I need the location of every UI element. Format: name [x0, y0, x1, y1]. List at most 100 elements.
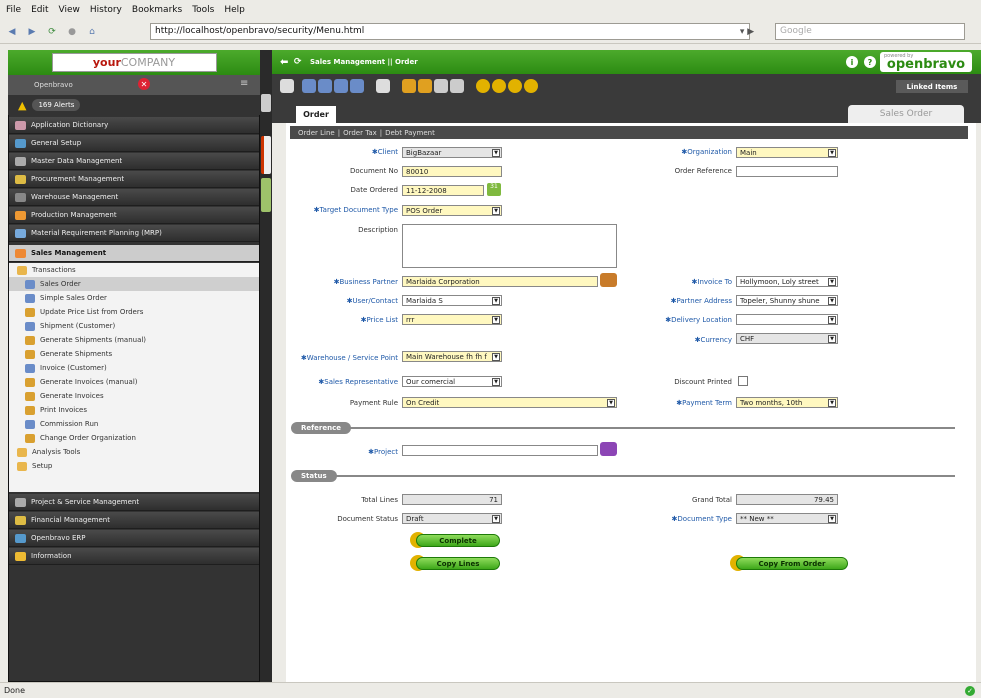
- info-icon[interactable]: i: [846, 56, 858, 68]
- project-search-icon[interactable]: [600, 442, 617, 456]
- document-status-select[interactable]: Draft ▼: [402, 513, 502, 524]
- menu-application-dictionary[interactable]: Application Dictionary: [9, 117, 259, 134]
- currency-select[interactable]: CHF ▼: [736, 333, 838, 344]
- go-icon[interactable]: ▾ ▶: [727, 23, 767, 40]
- home-icon[interactable]: ⌂: [84, 24, 100, 40]
- menu-edit[interactable]: Edit: [31, 5, 48, 15]
- tab-order-line[interactable]: Order Line: [298, 129, 335, 137]
- menu-mrp[interactable]: Material Requirement Planning (MRP): [9, 225, 259, 242]
- sub-generate-shipments[interactable]: Generate Shipments: [9, 347, 259, 361]
- menu-warehouse[interactable]: Warehouse Management: [9, 189, 259, 206]
- attach-icon[interactable]: [418, 79, 432, 93]
- edit-tab-icon[interactable]: [261, 136, 271, 174]
- new-icon[interactable]: [280, 79, 294, 93]
- date-ordered-field[interactable]: 11-12-2008: [402, 185, 484, 196]
- save-next-icon[interactable]: [334, 79, 348, 93]
- last-icon[interactable]: [524, 79, 538, 93]
- payment-term-select[interactable]: Two months, 10th ▼: [736, 397, 838, 408]
- sub-change-order-org[interactable]: Change Order Organization: [9, 431, 259, 445]
- menu-project-service[interactable]: Project & Service Management: [9, 494, 259, 511]
- menu-openbravo-erp[interactable]: Openbravo ERP: [9, 530, 259, 547]
- previous-icon[interactable]: [492, 79, 506, 93]
- sub-print-invoices[interactable]: Print Invoices: [9, 403, 259, 417]
- organization-select[interactable]: Main ▼: [736, 147, 838, 158]
- sub-generate-shipments-manual[interactable]: Generate Shipments (manual): [9, 333, 259, 347]
- menu-help[interactable]: Help: [224, 5, 245, 15]
- document-type-select[interactable]: ** New ** ▼: [736, 513, 838, 524]
- search-input[interactable]: Google: [775, 23, 965, 40]
- project-field[interactable]: [402, 445, 598, 456]
- copy-lines-button[interactable]: Copy Lines: [416, 557, 500, 570]
- linked-items-button[interactable]: Linked Items: [896, 80, 968, 93]
- first-icon[interactable]: [476, 79, 490, 93]
- menu-history[interactable]: History: [90, 5, 122, 15]
- menu-tools[interactable]: Tools: [192, 5, 214, 15]
- sub-shipment-customer[interactable]: Shipment (Customer): [9, 319, 259, 333]
- sub-update-price-list[interactable]: Update Price List from Orders: [9, 305, 259, 319]
- order-reference-field[interactable]: [736, 166, 838, 177]
- warehouse-select[interactable]: Main Warehouse fh fh f ▼: [402, 351, 502, 362]
- menu-information[interactable]: Information: [9, 548, 259, 565]
- search-icon[interactable]: [450, 79, 464, 93]
- sub-invoice-customer[interactable]: Invoice (Customer): [9, 361, 259, 375]
- sub-analysis-tools[interactable]: Analysis Tools: [9, 445, 259, 459]
- invoice-to-select[interactable]: Hollymoon, Loly street ▼: [736, 276, 838, 287]
- back-icon[interactable]: ◀: [4, 24, 20, 40]
- client-select[interactable]: BigBazaar ▼: [402, 147, 502, 158]
- stop-icon[interactable]: ●: [64, 24, 80, 40]
- tab-order[interactable]: Order: [296, 106, 336, 123]
- collapse-arrow-icon[interactable]: [261, 94, 271, 112]
- document-no-field[interactable]: 80010: [402, 166, 502, 177]
- reference-section-header[interactable]: Reference: [291, 422, 352, 434]
- sub-sales-order[interactable]: Sales Order: [9, 277, 259, 291]
- sub-simple-sales-order[interactable]: Simple Sales Order: [9, 291, 259, 305]
- alerts-count[interactable]: 169 Alerts: [32, 99, 81, 111]
- sub-commission-run[interactable]: Commission Run: [9, 417, 259, 431]
- menu-financial[interactable]: Financial Management: [9, 512, 259, 529]
- copy-from-order-button[interactable]: Copy From Order: [736, 557, 848, 570]
- next-icon[interactable]: [508, 79, 522, 93]
- sub-transactions[interactable]: Transactions: [9, 263, 259, 277]
- menu-master-data[interactable]: Master Data Management: [9, 153, 259, 170]
- print-icon[interactable]: [434, 79, 448, 93]
- undo-icon[interactable]: [402, 79, 416, 93]
- sales-rep-select[interactable]: Our comercial ▼: [402, 376, 502, 387]
- partner-address-select[interactable]: Topeler, Shunny shune ▼: [736, 295, 838, 306]
- menu-sales-management[interactable]: Sales Management: [9, 245, 259, 262]
- menu-procurement[interactable]: Procurement Management: [9, 171, 259, 188]
- menu-file[interactable]: File: [6, 5, 21, 15]
- menu-general-setup[interactable]: General Setup: [9, 135, 259, 152]
- user-contact-select[interactable]: Marlaida S ▼: [402, 295, 502, 306]
- menu-view[interactable]: View: [59, 5, 80, 15]
- partner-search-icon[interactable]: [600, 273, 617, 287]
- save-icon[interactable]: [302, 79, 316, 93]
- menu-production[interactable]: Production Management: [9, 207, 259, 224]
- price-list-select[interactable]: rrr ▼: [402, 314, 502, 325]
- save-close-icon[interactable]: [350, 79, 364, 93]
- refresh-icon[interactable]: ⟳: [294, 57, 302, 67]
- alerts-bar[interactable]: ▲ 169 Alerts: [8, 95, 260, 115]
- panel-splitter[interactable]: [260, 50, 272, 682]
- complete-button[interactable]: Complete: [416, 534, 500, 547]
- reload-icon[interactable]: ⟳: [44, 24, 60, 40]
- discount-printed-checkbox[interactable]: [738, 376, 748, 386]
- delivery-location-select[interactable]: ▼: [736, 314, 838, 325]
- description-textarea[interactable]: [402, 224, 617, 268]
- tab-order-tax[interactable]: Order Tax: [343, 129, 377, 137]
- sub-generate-invoices-manual[interactable]: Generate Invoices (manual): [9, 375, 259, 389]
- collapse-icon[interactable]: ≡: [240, 78, 248, 89]
- tab-debt-payment[interactable]: Debt Payment: [385, 129, 435, 137]
- target-doc-type-select[interactable]: POS Order ▼: [402, 205, 502, 216]
- delete-icon[interactable]: [376, 79, 390, 93]
- payment-rule-select[interactable]: On Credit ▼: [402, 397, 617, 408]
- back-arrow-icon[interactable]: ⬅: [280, 57, 288, 68]
- calendar-icon[interactable]: 31: [487, 183, 501, 196]
- menu-bookmarks[interactable]: Bookmarks: [132, 5, 182, 15]
- business-partner-field[interactable]: Marlaida Corporation: [402, 276, 598, 287]
- url-bar[interactable]: http://localhost/openbravo/security/Menu…: [150, 23, 750, 40]
- sub-setup[interactable]: Setup: [9, 459, 259, 473]
- sub-generate-invoices[interactable]: Generate Invoices: [9, 389, 259, 403]
- grid-tab-icon[interactable]: [261, 178, 271, 212]
- save-new-icon[interactable]: [318, 79, 332, 93]
- forward-icon[interactable]: ▶: [24, 24, 40, 40]
